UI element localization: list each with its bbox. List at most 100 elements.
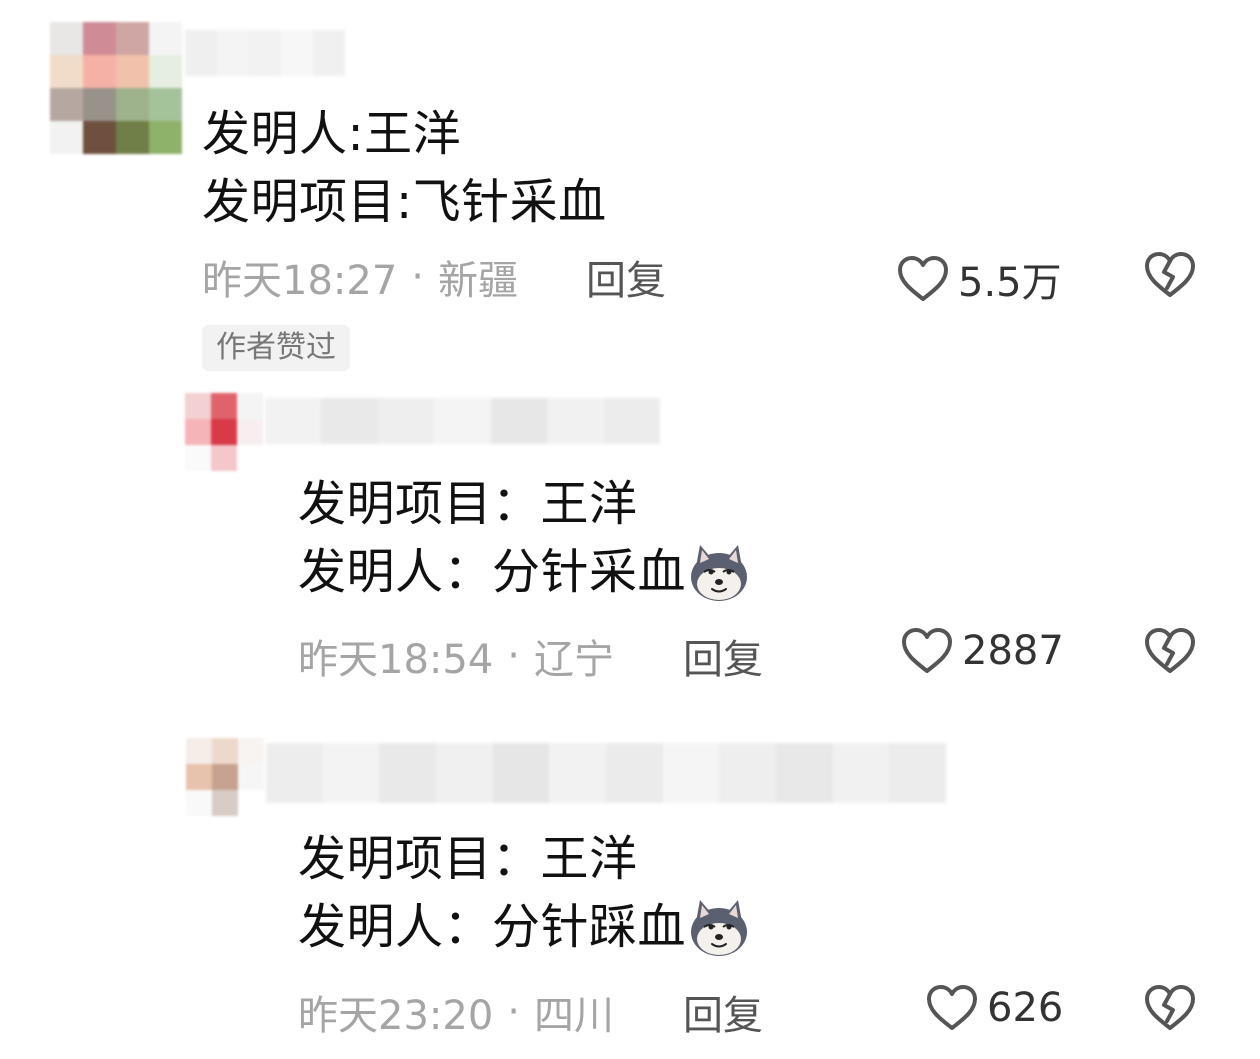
avatar-pixel xyxy=(238,790,264,816)
like-count: 5.5万 xyxy=(958,260,1062,306)
name-pixel xyxy=(492,743,550,803)
comment-time: 昨天18:27 xyxy=(202,258,398,304)
like-button[interactable]: 5.5万 xyxy=(896,250,1062,308)
comment-text: 发明人:王洋 发明项目:飞针采血 xyxy=(202,100,607,236)
name-pixel xyxy=(265,398,322,444)
name-pixel xyxy=(313,30,345,76)
name-pixel xyxy=(832,743,890,803)
comment-line: 发明项目：王洋 xyxy=(298,831,638,887)
avatar-pixel xyxy=(83,121,116,154)
like-button[interactable]: 2887 xyxy=(900,626,1064,676)
avatar-pixel xyxy=(116,88,149,121)
name-pixel xyxy=(321,398,378,444)
name-pixel xyxy=(603,398,660,444)
avatar-pixel xyxy=(185,445,211,471)
avatar-pixel xyxy=(50,88,83,121)
username-blurred[interactable] xyxy=(265,398,660,444)
avatar-pixel xyxy=(83,88,116,121)
avatar-pixel xyxy=(116,22,149,55)
comment-location: 辽宁 xyxy=(534,637,614,683)
name-pixel xyxy=(217,30,249,76)
name-pixel xyxy=(549,743,607,803)
avatar-pixel xyxy=(237,419,263,445)
username-blurred[interactable] xyxy=(185,30,345,76)
name-pixel xyxy=(266,743,323,803)
avatar-pixel xyxy=(149,22,182,55)
avatar-pixel xyxy=(211,393,237,419)
avatar-pixel xyxy=(186,738,212,764)
name-pixel xyxy=(606,743,663,803)
comment-location: 新疆 xyxy=(438,258,518,304)
avatar-pixel xyxy=(211,419,237,445)
name-pixel xyxy=(776,743,833,803)
like-count: 2887 xyxy=(962,628,1064,674)
comment-text: 发明项目：王洋 发明人：分针采血 xyxy=(298,470,750,606)
comment-text: 发明项目：王洋 发明人：分针踩血 xyxy=(298,825,750,961)
avatar-pixel xyxy=(186,764,212,790)
comment-line-with-emoji: 发明人：分针采血 xyxy=(298,538,750,606)
avatar-pixel xyxy=(149,121,182,154)
comment-meta: 昨天18:54 · 辽宁 xyxy=(298,627,614,685)
username-blurred[interactable] xyxy=(266,743,947,803)
name-pixel xyxy=(434,398,491,444)
name-pixel xyxy=(662,743,720,803)
doge-dog-emoji-icon xyxy=(691,900,748,956)
avatar-pixel xyxy=(212,790,238,816)
avatar-pixel xyxy=(116,121,149,154)
heart-outline-icon xyxy=(927,985,977,1030)
like-button[interactable]: 626 xyxy=(925,983,1063,1033)
author-liked-badge: 作者赞过 xyxy=(202,325,350,371)
avatar-pixel xyxy=(237,445,263,471)
avatar-pixel xyxy=(237,393,263,419)
doge-dog-emoji-icon xyxy=(691,545,748,601)
avatar-pixel xyxy=(185,419,211,445)
name-pixel xyxy=(436,743,493,803)
comment-line: 发明人：分针踩血 xyxy=(298,899,687,955)
avatar-pixel xyxy=(185,393,211,419)
avatar-pixel xyxy=(149,88,182,121)
avatar-pixel xyxy=(238,764,264,790)
avatar[interactable] xyxy=(185,393,263,471)
name-pixel xyxy=(249,30,281,76)
name-pixel xyxy=(377,398,435,444)
avatar-pixel xyxy=(149,55,182,88)
heart-outline-icon xyxy=(902,628,952,673)
broken-heart-icon[interactable] xyxy=(1143,250,1197,300)
comment-meta: 昨天23:20 · 四川 xyxy=(298,983,614,1041)
name-pixel xyxy=(490,398,548,444)
reply-button[interactable]: 回复 xyxy=(683,983,763,1041)
name-pixel xyxy=(379,743,437,803)
avatar-pixel xyxy=(83,55,116,88)
name-pixel xyxy=(185,30,217,76)
avatar-pixel xyxy=(116,55,149,88)
comment-location: 四川 xyxy=(534,993,614,1039)
avatar-pixel xyxy=(50,22,83,55)
avatar-pixel xyxy=(50,55,83,88)
comment-line: 发明项目：王洋 xyxy=(298,476,638,532)
broken-heart-icon[interactable] xyxy=(1143,983,1197,1033)
name-pixel xyxy=(547,398,604,444)
avatar[interactable] xyxy=(50,22,182,154)
avatar-pixel xyxy=(50,121,83,154)
broken-heart-icon[interactable] xyxy=(1143,626,1197,676)
heart-outline-icon xyxy=(898,256,948,301)
like-count: 626 xyxy=(987,985,1064,1031)
comment-time: 昨天23:20 xyxy=(298,993,494,1039)
comment-line: 发明人:王洋 xyxy=(202,106,462,162)
reply-button[interactable]: 回复 xyxy=(683,627,763,685)
reply-button[interactable]: 回复 xyxy=(586,248,666,306)
avatar[interactable] xyxy=(186,738,264,816)
name-pixel xyxy=(719,743,777,803)
avatar-pixel xyxy=(186,790,212,816)
name-pixel xyxy=(281,30,313,76)
avatar-pixel xyxy=(212,764,238,790)
name-pixel xyxy=(889,743,947,803)
comment-meta: 昨天18:27 · 新疆 xyxy=(202,248,518,306)
meta-separator: · xyxy=(507,633,520,679)
comment-line: 发明人：分针采血 xyxy=(298,544,687,600)
meta-separator: · xyxy=(411,254,424,300)
comment-line: 发明项目:飞针采血 xyxy=(202,174,607,230)
meta-separator: · xyxy=(507,989,520,1035)
avatar-pixel xyxy=(212,738,238,764)
name-pixel xyxy=(322,743,380,803)
